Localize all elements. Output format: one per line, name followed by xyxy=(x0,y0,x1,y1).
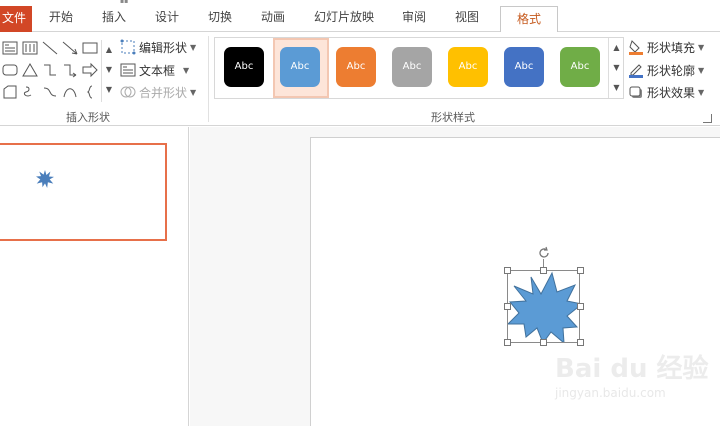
tab-review[interactable]: 审阅 xyxy=(402,8,426,25)
expand-gallery-icon[interactable]: ▼ xyxy=(102,80,116,100)
quick-access-grip: ▪▪ xyxy=(120,0,129,5)
edit-shape-label: 编辑形状 xyxy=(139,40,188,55)
shapes-gallery: ▲ ▼ ▼ xyxy=(0,36,116,104)
resize-handle-left[interactable] xyxy=(504,303,511,310)
watermark-main: Bai du 经验 xyxy=(555,354,709,384)
paint-bucket-icon xyxy=(628,39,644,55)
tab-animations[interactable]: 动画 xyxy=(261,8,285,25)
shape-effects-label: 形状效果 xyxy=(647,85,696,100)
shape-styles-group-label: 形状样式 xyxy=(431,111,475,124)
chevron-down-icon: ▼ xyxy=(698,87,705,97)
shapes-gallery-scroll: ▲ ▼ ▼ xyxy=(101,40,115,102)
left-brace-shape-icon[interactable] xyxy=(82,84,98,100)
shape-fill-label: 形状填充 xyxy=(647,40,696,55)
scroll-up-icon[interactable]: ▲ xyxy=(102,40,116,60)
elbow-arrow-connector-icon[interactable] xyxy=(62,62,78,78)
freeform-shape-icon[interactable] xyxy=(2,84,18,100)
ribbon-tab-bar: ▪▪ 文件 开始 插入 设计 切换 动画 幻灯片放映 审阅 视图 格式 xyxy=(0,0,720,33)
merge-shapes-icon xyxy=(120,84,136,100)
insert-shapes-group-label: 插入形状 xyxy=(66,111,110,124)
merge-shapes-button[interactable]: 合并形状 ▼ xyxy=(120,83,196,101)
shape-outline-label: 形状轮廓 xyxy=(647,63,696,78)
baidu-watermark: Bai du 经验 jingyan.baidu.com xyxy=(555,348,715,408)
right-arrow-shape-icon[interactable] xyxy=(82,62,98,78)
rounded-rectangle-shape-icon[interactable] xyxy=(2,62,18,78)
star-thumbnail-icon xyxy=(36,170,54,188)
group-divider xyxy=(208,36,209,122)
line-shape-icon[interactable] xyxy=(42,40,58,56)
shape-outline-button[interactable]: 形状轮廓 ▼ xyxy=(628,61,704,79)
arrow-line-shape-icon[interactable] xyxy=(62,40,78,56)
rectangle-shape-icon[interactable] xyxy=(82,40,98,56)
merge-shapes-label: 合并形状 xyxy=(139,85,188,100)
resize-handle-top-left[interactable] xyxy=(504,267,511,274)
watermark-url: jingyan.baidu.com xyxy=(555,386,666,400)
chevron-down-icon: ▼ xyxy=(698,42,705,52)
resize-handle-bottom-right[interactable] xyxy=(577,339,584,346)
tab-transitions[interactable]: 切换 xyxy=(208,8,232,25)
style-preset-green[interactable]: Abc xyxy=(560,47,600,87)
resize-handle-top-right[interactable] xyxy=(577,267,584,274)
text-box-shape-icon[interactable] xyxy=(2,40,18,56)
scribble-shape-icon[interactable] xyxy=(22,84,38,100)
resize-handle-bottom[interactable] xyxy=(540,339,547,346)
chevron-down-icon: ▼ xyxy=(698,65,705,75)
tab-view[interactable]: 视图 xyxy=(455,8,479,25)
arc-shape-icon[interactable] xyxy=(62,84,78,100)
resize-handle-top[interactable] xyxy=(540,267,547,274)
style-preset-black[interactable]: Abc xyxy=(224,47,264,87)
pen-outline-icon xyxy=(628,62,644,78)
slide-thumbnail-pane xyxy=(0,127,189,426)
style-preset-gold[interactable]: Abc xyxy=(448,47,488,87)
shape-fill-button[interactable]: 形状填充 ▼ xyxy=(628,38,704,56)
selection-frame xyxy=(507,270,580,343)
chevron-down-icon: ▼ xyxy=(183,65,190,75)
shape-effects-icon xyxy=(628,84,644,100)
style-preset-blue[interactable]: Abc xyxy=(280,47,320,87)
tab-home[interactable]: 开始 xyxy=(49,8,73,25)
slide-thumbnail[interactable] xyxy=(0,143,167,241)
tab-slideshow[interactable]: 幻灯片放映 xyxy=(314,8,374,25)
scroll-down-icon[interactable]: ▼ xyxy=(609,58,624,78)
shape-styles-gallery: Abc Abc Abc Abc Abc Abc Abc ▲ ▼ ▼ xyxy=(214,37,624,99)
style-preset-gray[interactable]: Abc xyxy=(392,47,432,87)
text-box-button[interactable]: 文本框 ▼ xyxy=(120,61,189,79)
elbow-connector-icon[interactable] xyxy=(42,62,58,78)
text-box-label: 文本框 xyxy=(139,63,176,78)
edit-shape-icon xyxy=(120,39,136,55)
tab-insert[interactable]: 插入 xyxy=(102,8,126,25)
expand-gallery-icon[interactable]: ▼ xyxy=(609,78,624,98)
tab-design[interactable]: 设计 xyxy=(155,8,179,25)
scroll-up-icon[interactable]: ▲ xyxy=(609,38,624,58)
style-preset-orange[interactable]: Abc xyxy=(336,47,376,87)
tab-file[interactable]: 文件 xyxy=(0,6,32,32)
dialog-launcher-icon[interactable] xyxy=(703,114,712,123)
chevron-down-icon: ▼ xyxy=(190,87,197,97)
chevron-down-icon: ▼ xyxy=(190,42,197,52)
triangle-shape-icon[interactable] xyxy=(22,62,38,78)
tab-file-label: 文件 xyxy=(2,11,27,25)
style-gallery-scroll: ▲ ▼ ▼ xyxy=(608,38,624,98)
curved-connector-icon[interactable] xyxy=(42,84,58,100)
ribbon: ▲ ▼ ▼ 编辑形状 ▼ 文本框 ▼ 合并形状 ▼ 插入形状 Abc Abc Abc … xyxy=(0,32,720,126)
text-box-icon xyxy=(120,62,136,78)
resize-handle-bottom-left[interactable] xyxy=(504,339,511,346)
resize-handle-right[interactable] xyxy=(577,303,584,310)
edit-shape-button[interactable]: 编辑形状 ▼ xyxy=(120,38,196,56)
vertical-text-box-icon[interactable] xyxy=(22,40,38,56)
scroll-down-icon[interactable]: ▼ xyxy=(102,60,116,80)
style-preset-dark-blue[interactable]: Abc xyxy=(504,47,544,87)
shape-effects-button[interactable]: 形状效果 ▼ xyxy=(628,83,704,101)
rotate-handle-icon[interactable] xyxy=(537,246,551,260)
tab-format[interactable]: 格式 xyxy=(500,6,558,33)
